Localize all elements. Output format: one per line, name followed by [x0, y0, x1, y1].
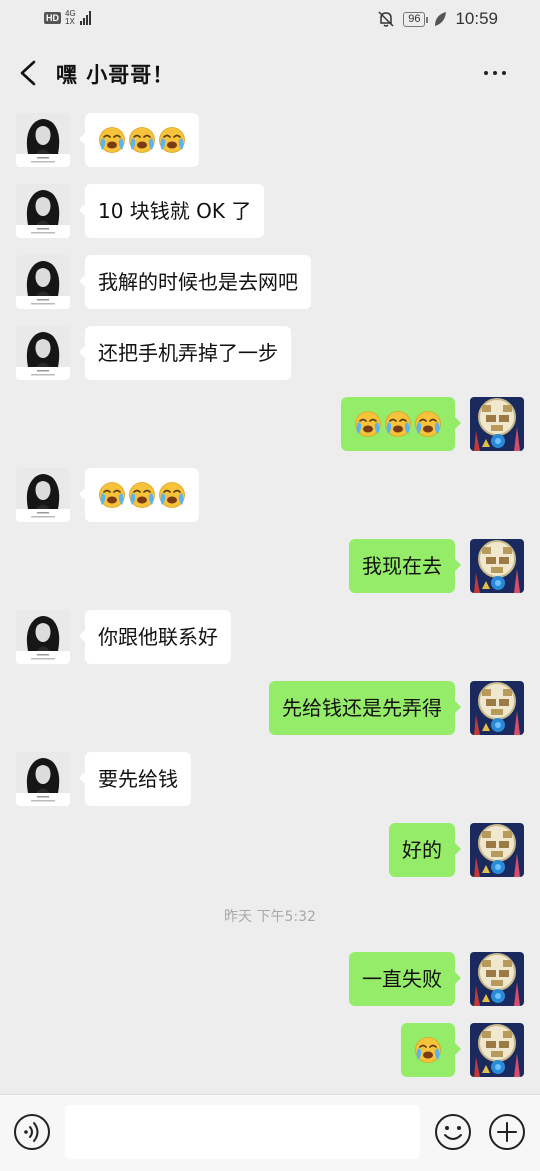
contact-avatar[interactable]: [16, 255, 70, 309]
chat-title: 嘿 小哥哥！: [56, 63, 175, 87]
contact-avatar[interactable]: [16, 326, 70, 380]
loudly-crying-face-emoji: [384, 410, 412, 438]
emoji-icon: [435, 1114, 471, 1150]
plus-icon: [489, 1114, 525, 1150]
chat-timestamp: 昨天 下午5:32: [224, 909, 316, 925]
message-bubble[interactable]: 先给钱还是先弄得: [269, 681, 461, 735]
self-avatar[interactable]: [470, 539, 524, 593]
message-bubble[interactable]: 10 块钱就 OK 了: [78, 184, 265, 238]
status-left: HD 4G 1X: [44, 10, 91, 26]
message-row: [0, 468, 540, 524]
status-right: 96 10:59: [377, 9, 498, 29]
message-row: 一直失败: [0, 952, 540, 1008]
more-button[interactable]: [484, 60, 514, 86]
loudly-crying-face-emoji: [414, 1036, 442, 1064]
loudly-crying-face-emoji: [414, 410, 442, 438]
self-avatar[interactable]: [470, 952, 524, 1006]
message-row: 先给钱还是先弄得: [0, 681, 540, 737]
network-type: 4G 1X: [65, 9, 76, 26]
battery-level: 96: [403, 11, 429, 27]
message-row: 10 块钱就 OK 了: [0, 184, 540, 240]
loudly-crying-face-emoji: [354, 410, 382, 438]
self-avatar[interactable]: [470, 397, 524, 451]
loudly-crying-face-emoji: [128, 126, 156, 154]
message-bubble[interactable]: 我解的时候也是去网吧: [79, 255, 311, 309]
voice-button[interactable]: [13, 1113, 51, 1151]
hd-indicator: HD: [44, 12, 61, 24]
message-bubble[interactable]: [79, 468, 199, 522]
status-bar: HD 4G 1X 96 10:59: [0, 0, 540, 40]
loudly-crying-face-emoji: [128, 481, 156, 509]
message-bubble[interactable]: 好的: [389, 823, 461, 877]
message-row: [0, 113, 540, 169]
message-row: 还把手机弄掉了一步: [0, 326, 540, 382]
back-button[interactable]: [14, 56, 44, 90]
message-row: 好的: [0, 823, 540, 879]
contact-avatar[interactable]: [16, 610, 70, 664]
message-bubble[interactable]: 还把手机弄掉了一步: [79, 326, 291, 380]
clock: 10:59: [455, 9, 498, 28]
message-input[interactable]: [65, 1105, 420, 1159]
signal-icon: [79, 11, 91, 25]
loudly-crying-face-emoji: [158, 481, 186, 509]
self-avatar[interactable]: [470, 823, 524, 877]
message-row: [0, 397, 540, 453]
message-row: 你跟他联系好: [0, 610, 540, 666]
voice-icon: [14, 1114, 50, 1150]
message-bubble[interactable]: [401, 1023, 461, 1077]
input-bar: [0, 1094, 540, 1171]
contact-avatar[interactable]: [16, 184, 70, 238]
message-bubble[interactable]: 我现在去: [349, 539, 461, 593]
message-bubble[interactable]: [79, 113, 199, 167]
chat-header: 嘿 小哥哥！: [0, 40, 540, 106]
message-row: 我现在去: [0, 539, 540, 595]
loudly-crying-face-emoji: [98, 481, 126, 509]
contact-avatar[interactable]: [16, 752, 70, 806]
message-bubble[interactable]: [341, 397, 461, 451]
message-row: 我解的时候也是去网吧: [0, 255, 540, 311]
loudly-crying-face-emoji: [158, 126, 186, 154]
contact-avatar[interactable]: [16, 468, 70, 522]
plus-button[interactable]: [488, 1113, 526, 1151]
mute-bell-icon: [378, 11, 394, 27]
leaf-icon: [435, 12, 447, 26]
more-dots-icon: [484, 71, 488, 75]
self-avatar[interactable]: [470, 1023, 524, 1077]
emoji-button[interactable]: [434, 1113, 472, 1151]
message-bubble[interactable]: 一直失败: [349, 952, 461, 1006]
message-row: [0, 1023, 540, 1079]
chevron-left-icon: [20, 60, 36, 86]
self-avatar[interactable]: [470, 681, 524, 735]
message-row: 要先给钱: [0, 752, 540, 808]
loudly-crying-face-emoji: [98, 126, 126, 154]
contact-avatar[interactable]: [16, 113, 70, 167]
message-bubble[interactable]: 要先给钱: [79, 752, 191, 806]
message-bubble[interactable]: 你跟他联系好: [79, 610, 231, 664]
